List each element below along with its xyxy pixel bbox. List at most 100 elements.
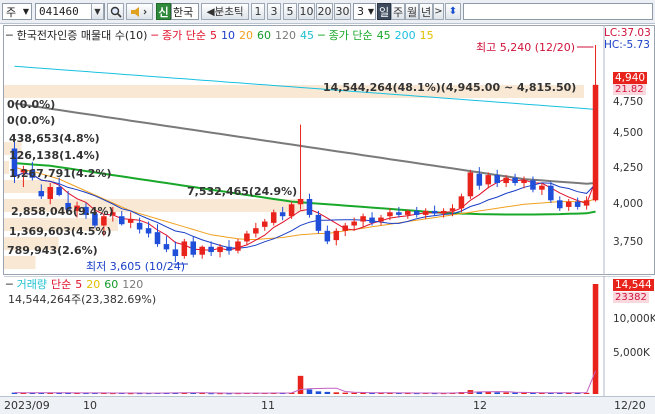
- volume-bar: [485, 392, 492, 394]
- candle-body: [458, 196, 465, 209]
- ma2-legend-bullet-icon: ─: [318, 28, 325, 42]
- period-label: 주: [392, 5, 404, 19]
- candle-body: [56, 187, 62, 195]
- period-week-button[interactable]: 주: [391, 3, 405, 20]
- volume-ma-period: 120: [122, 277, 144, 291]
- lc-label: LC:37.03: [604, 27, 651, 39]
- stock-name-field: 한국: [171, 3, 199, 20]
- tick-period-button[interactable]: ◀분초틱: [201, 3, 249, 20]
- candle-body: [315, 214, 322, 231]
- candle-body: [181, 241, 188, 257]
- interval-1-button[interactable]: 1: [251, 3, 265, 20]
- ma2-legend-label: 종가 단순: [328, 29, 373, 42]
- volume-ma-period: 5: [75, 277, 83, 291]
- interval-label: 20: [317, 5, 332, 18]
- ma-legend-label: 종가 단순: [162, 29, 207, 42]
- candle-body: [270, 212, 277, 223]
- ma-legend-period: 20: [239, 28, 254, 42]
- candle-body: [467, 172, 474, 197]
- candle-body: [387, 212, 393, 217]
- volume-profile-label: 1,267,791(4.2%): [9, 167, 112, 180]
- ma-legend-period: 60: [257, 28, 272, 42]
- period-label: 일: [378, 5, 390, 19]
- candle-body: [297, 198, 304, 205]
- candle-body: [369, 217, 375, 223]
- candle-body: [324, 230, 331, 242]
- period-day-button[interactable]: 일: [377, 3, 391, 20]
- volume-profile-label: 789,943(2.6%): [7, 244, 98, 257]
- toolbar-extra-field[interactable]: [463, 3, 653, 20]
- interval-20-button[interactable]: 20: [316, 3, 333, 20]
- volume-profile-title: 한국전자인증 매물대 수(10): [16, 29, 148, 42]
- custom-interval-select[interactable]: 3 ▼: [353, 3, 376, 20]
- volume-bar: [297, 375, 304, 394]
- candle-body: [262, 221, 268, 227]
- legend-toggle-icon[interactable]: ─: [6, 29, 13, 42]
- interval-label: 30: [335, 5, 350, 18]
- search-button[interactable]: [107, 3, 124, 20]
- market-label: 주: [6, 5, 17, 19]
- candle-body: [172, 249, 179, 257]
- volume-bar: [306, 389, 313, 394]
- candle-body: [494, 175, 500, 184]
- chart-toolbar: 주 ▼ 041460 ▼ 신 한국 ◀분초틱 1 3 5 10 20 30 3 …: [0, 0, 655, 24]
- market-select[interactable]: 주 ▼: [2, 3, 32, 20]
- interval-label: 10: [299, 5, 314, 18]
- interval-5-button[interactable]: 5: [283, 3, 297, 20]
- current-price-tag: 4,940: [613, 72, 648, 84]
- candle-body: [253, 228, 259, 234]
- volume-legend-label: 거래량: [16, 278, 47, 291]
- candle-body: [539, 185, 545, 190]
- volume-ma-line: [14, 370, 596, 394]
- period-year-button[interactable]: 년: [419, 3, 433, 20]
- candle-body: [521, 180, 527, 184]
- date-axis: 2023/09 10 11 12 12/20: [0, 396, 655, 414]
- candle-body: [279, 212, 286, 217]
- candle-body: [244, 233, 250, 242]
- search-icon: [110, 6, 122, 18]
- volume-profile-label: 438,653(4.8%): [9, 132, 100, 145]
- volume-profile-label: 7,532,465(24.9%): [187, 185, 298, 198]
- legend-toggle-icon[interactable]: ─: [6, 278, 13, 291]
- volume-axis-tick: 5,000K: [613, 347, 650, 359]
- volume-bar: [512, 392, 518, 394]
- candle-body: [199, 246, 205, 255]
- period-label: 월: [406, 5, 418, 19]
- volume-bar: [315, 391, 322, 394]
- price-axis-tick: 4,750: [613, 96, 644, 108]
- interval-30-button[interactable]: 30: [334, 3, 351, 20]
- volume-profile-label: 14,544,264(48.1%)(4,945.00 ~ 4,815.50): [323, 81, 577, 94]
- price-axis-tick: 3,750: [613, 236, 644, 248]
- volume-profile-label: 0(0.0%): [7, 98, 56, 111]
- volume-axis-tick: 10,000K: [613, 313, 655, 325]
- date-axis-label: 12/20: [614, 399, 646, 412]
- candle-body: [583, 200, 590, 206]
- candle-body: [405, 210, 411, 215]
- interval-10-button[interactable]: 10: [298, 3, 315, 20]
- up-down-arrow-icon: ⬍: [448, 6, 458, 17]
- candle-body: [476, 173, 483, 186]
- date-axis-label: 2023/09: [4, 399, 50, 412]
- candle-body: [190, 241, 197, 255]
- candle-body: [360, 216, 366, 222]
- volume-bar: [333, 392, 340, 394]
- volume-profile-label: 126,138(1.4%): [9, 149, 100, 162]
- price-axis-tick: 4,250: [613, 162, 644, 174]
- sound-button[interactable]: [126, 3, 153, 20]
- interval-3-button[interactable]: 3: [267, 3, 281, 20]
- ma2-legend-period: 45: [376, 28, 391, 42]
- new-listing-badge: 신: [156, 3, 171, 20]
- candle-body: [38, 191, 45, 197]
- next-arrow-button[interactable]: >: [433, 3, 444, 20]
- ma2-legend-period: 15: [419, 28, 434, 42]
- scroll-updown-button[interactable]: ⬍: [445, 3, 461, 20]
- volume-bar: [342, 392, 348, 394]
- stock-code-dropdown-button[interactable]: ▼: [91, 3, 104, 20]
- interval-label: 5: [286, 5, 294, 18]
- ma-legend-period: 5: [210, 28, 218, 42]
- period-month-button[interactable]: 월: [405, 3, 419, 20]
- candle-body: [530, 180, 536, 190]
- volume-ratio-tag: 23382: [613, 292, 649, 303]
- candle-body: [440, 210, 447, 214]
- price-legend: ─ 한국전자인증 매물대 수(10) ─ 종가 단순 5 10 20 60 12…: [6, 28, 438, 43]
